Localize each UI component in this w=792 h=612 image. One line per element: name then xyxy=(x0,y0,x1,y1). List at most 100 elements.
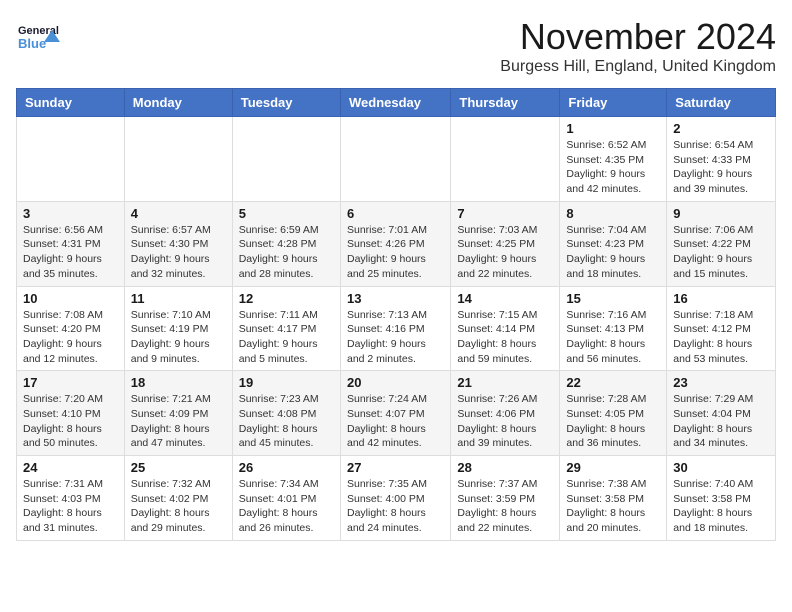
day-number: 15 xyxy=(566,291,660,306)
day-info: Sunrise: 7:37 AM Sunset: 3:59 PM Dayligh… xyxy=(457,477,553,536)
day-number: 6 xyxy=(347,206,444,221)
calendar-cell: 16 Sunrise: 7:18 AM Sunset: 4:12 PM Dayli… xyxy=(667,286,776,371)
day-info: Sunrise: 6:54 AM Sunset: 4:33 PM Dayligh… xyxy=(673,138,769,197)
calendar-cell: 24Sunrise: 7:31 AM Sunset: 4:03 PM Dayli… xyxy=(17,456,125,541)
day-number: 17 xyxy=(23,375,118,390)
day-info: Sunrise: 7:28 AM Sunset: 4:05 PM Dayligh… xyxy=(566,392,660,451)
calendar-cell: 26 Sunrise: 7:34 AM Sunset: 4:01 PM Dayli… xyxy=(232,456,340,541)
calendar-cell xyxy=(340,117,450,202)
calendar-cell: 11Sunrise: 7:10 AM Sunset: 4:19 PM Dayli… xyxy=(124,286,232,371)
day-info: Sunrise: 6:59 AM Sunset: 4:28 PM Dayligh… xyxy=(239,223,334,282)
calendar-cell: 29 Sunrise: 7:38 AM Sunset: 3:58 PM Dayli… xyxy=(560,456,667,541)
day-info: Sunrise: 7:13 AM Sunset: 4:16 PM Dayligh… xyxy=(347,308,444,367)
calendar-cell: 21 Sunrise: 7:26 AM Sunset: 4:06 PM Dayli… xyxy=(451,371,560,456)
day-number: 22 xyxy=(566,375,660,390)
day-number: 26 xyxy=(239,460,334,475)
calendar-cell: 12 Sunrise: 7:11 AM Sunset: 4:17 PM Dayli… xyxy=(232,286,340,371)
day-info: Sunrise: 7:01 AM Sunset: 4:26 PM Dayligh… xyxy=(347,223,444,282)
svg-text:Blue: Blue xyxy=(18,36,46,51)
day-number: 7 xyxy=(457,206,553,221)
calendar-week-row: 3 Sunrise: 6:56 AM Sunset: 4:31 PM Daylig… xyxy=(17,201,776,286)
day-info: Sunrise: 7:21 AM Sunset: 4:09 PM Dayligh… xyxy=(131,392,226,451)
calendar-table: SundayMondayTuesdayWednesdayThursdayFrid… xyxy=(16,88,776,541)
calendar-cell: 8Sunrise: 7:04 AM Sunset: 4:23 PM Daylig… xyxy=(560,201,667,286)
calendar-cell: 20 Sunrise: 7:24 AM Sunset: 4:07 PM Dayli… xyxy=(340,371,450,456)
day-number: 27 xyxy=(347,460,444,475)
day-info: Sunrise: 7:35 AM Sunset: 4:00 PM Dayligh… xyxy=(347,477,444,536)
day-info: Sunrise: 7:06 AM Sunset: 4:22 PM Dayligh… xyxy=(673,223,769,282)
calendar-cell: 19Sunrise: 7:23 AM Sunset: 4:08 PM Dayli… xyxy=(232,371,340,456)
calendar-cell: 30Sunrise: 7:40 AM Sunset: 3:58 PM Dayli… xyxy=(667,456,776,541)
col-header-sunday: Sunday xyxy=(17,89,125,117)
day-info: Sunrise: 7:03 AM Sunset: 4:25 PM Dayligh… xyxy=(457,223,553,282)
day-info: Sunrise: 6:52 AM Sunset: 4:35 PM Dayligh… xyxy=(566,138,660,197)
calendar-cell: 4 Sunrise: 6:57 AM Sunset: 4:30 PM Daylig… xyxy=(124,201,232,286)
day-info: Sunrise: 7:29 AM Sunset: 4:04 PM Dayligh… xyxy=(673,392,769,451)
day-number: 23 xyxy=(673,375,769,390)
calendar-cell: 22 Sunrise: 7:28 AM Sunset: 4:05 PM Dayli… xyxy=(560,371,667,456)
col-header-tuesday: Tuesday xyxy=(232,89,340,117)
day-info: Sunrise: 7:24 AM Sunset: 4:07 PM Dayligh… xyxy=(347,392,444,451)
calendar-cell: 25 Sunrise: 7:32 AM Sunset: 4:02 PM Dayli… xyxy=(124,456,232,541)
day-number: 16 xyxy=(673,291,769,306)
day-info: Sunrise: 7:18 AM Sunset: 4:12 PM Dayligh… xyxy=(673,308,769,367)
month-title: November 2024 xyxy=(500,16,776,58)
day-info: Sunrise: 7:26 AM Sunset: 4:06 PM Dayligh… xyxy=(457,392,553,451)
day-number: 11 xyxy=(131,291,226,306)
calendar-cell xyxy=(17,117,125,202)
day-number: 25 xyxy=(131,460,226,475)
day-number: 1 xyxy=(566,121,660,136)
page-header: General Blue November 2024 Burgess Hill,… xyxy=(16,16,776,76)
col-header-monday: Monday xyxy=(124,89,232,117)
day-number: 9 xyxy=(673,206,769,221)
calendar-cell: 10 Sunrise: 7:08 AM Sunset: 4:20 PM Dayli… xyxy=(17,286,125,371)
day-info: Sunrise: 7:31 AM Sunset: 4:03 PM Dayligh… xyxy=(23,477,118,536)
col-header-friday: Friday xyxy=(560,89,667,117)
calendar-header-row: SundayMondayTuesdayWednesdayThursdayFrid… xyxy=(17,89,776,117)
col-header-wednesday: Wednesday xyxy=(340,89,450,117)
calendar-cell: 17 Sunrise: 7:20 AM Sunset: 4:10 PM Dayli… xyxy=(17,371,125,456)
day-number: 13 xyxy=(347,291,444,306)
location-title: Burgess Hill, England, United Kingdom xyxy=(500,58,776,76)
day-number: 12 xyxy=(239,291,334,306)
calendar-week-row: 24Sunrise: 7:31 AM Sunset: 4:03 PM Dayli… xyxy=(17,456,776,541)
day-number: 29 xyxy=(566,460,660,475)
calendar-cell: 3 Sunrise: 6:56 AM Sunset: 4:31 PM Daylig… xyxy=(17,201,125,286)
calendar-cell: 6 Sunrise: 7:01 AM Sunset: 4:26 PM Daylig… xyxy=(340,201,450,286)
day-info: Sunrise: 7:34 AM Sunset: 4:01 PM Dayligh… xyxy=(239,477,334,536)
day-number: 30 xyxy=(673,460,769,475)
calendar-cell: 18 Sunrise: 7:21 AM Sunset: 4:09 PM Dayli… xyxy=(124,371,232,456)
day-number: 18 xyxy=(131,375,226,390)
logo: General Blue xyxy=(16,16,60,60)
day-number: 2 xyxy=(673,121,769,136)
day-number: 10 xyxy=(23,291,118,306)
day-info: Sunrise: 7:08 AM Sunset: 4:20 PM Dayligh… xyxy=(23,308,118,367)
calendar-cell: 27 Sunrise: 7:35 AM Sunset: 4:00 PM Dayli… xyxy=(340,456,450,541)
calendar-cell xyxy=(124,117,232,202)
calendar-cell xyxy=(451,117,560,202)
title-area: November 2024 Burgess Hill, England, Uni… xyxy=(500,16,776,76)
day-info: Sunrise: 7:38 AM Sunset: 3:58 PM Dayligh… xyxy=(566,477,660,536)
calendar-cell: 13 Sunrise: 7:13 AM Sunset: 4:16 PM Dayli… xyxy=(340,286,450,371)
calendar-cell: 15 Sunrise: 7:16 AM Sunset: 4:13 PM Dayli… xyxy=(560,286,667,371)
calendar-cell: 2 Sunrise: 6:54 AM Sunset: 4:33 PM Daylig… xyxy=(667,117,776,202)
day-number: 28 xyxy=(457,460,553,475)
day-number: 8 xyxy=(566,206,660,221)
calendar-week-row: 1 Sunrise: 6:52 AM Sunset: 4:35 PM Daylig… xyxy=(17,117,776,202)
day-number: 21 xyxy=(457,375,553,390)
day-info: Sunrise: 7:20 AM Sunset: 4:10 PM Dayligh… xyxy=(23,392,118,451)
calendar-cell: 5 Sunrise: 6:59 AM Sunset: 4:28 PM Daylig… xyxy=(232,201,340,286)
day-number: 3 xyxy=(23,206,118,221)
day-number: 5 xyxy=(239,206,334,221)
day-number: 20 xyxy=(347,375,444,390)
day-info: Sunrise: 7:32 AM Sunset: 4:02 PM Dayligh… xyxy=(131,477,226,536)
day-number: 14 xyxy=(457,291,553,306)
calendar-week-row: 10 Sunrise: 7:08 AM Sunset: 4:20 PM Dayli… xyxy=(17,286,776,371)
day-info: Sunrise: 7:11 AM Sunset: 4:17 PM Dayligh… xyxy=(239,308,334,367)
day-info: Sunrise: 6:56 AM Sunset: 4:31 PM Dayligh… xyxy=(23,223,118,282)
day-number: 4 xyxy=(131,206,226,221)
calendar-cell xyxy=(232,117,340,202)
day-info: Sunrise: 6:57 AM Sunset: 4:30 PM Dayligh… xyxy=(131,223,226,282)
col-header-saturday: Saturday xyxy=(667,89,776,117)
day-info: Sunrise: 7:16 AM Sunset: 4:13 PM Dayligh… xyxy=(566,308,660,367)
